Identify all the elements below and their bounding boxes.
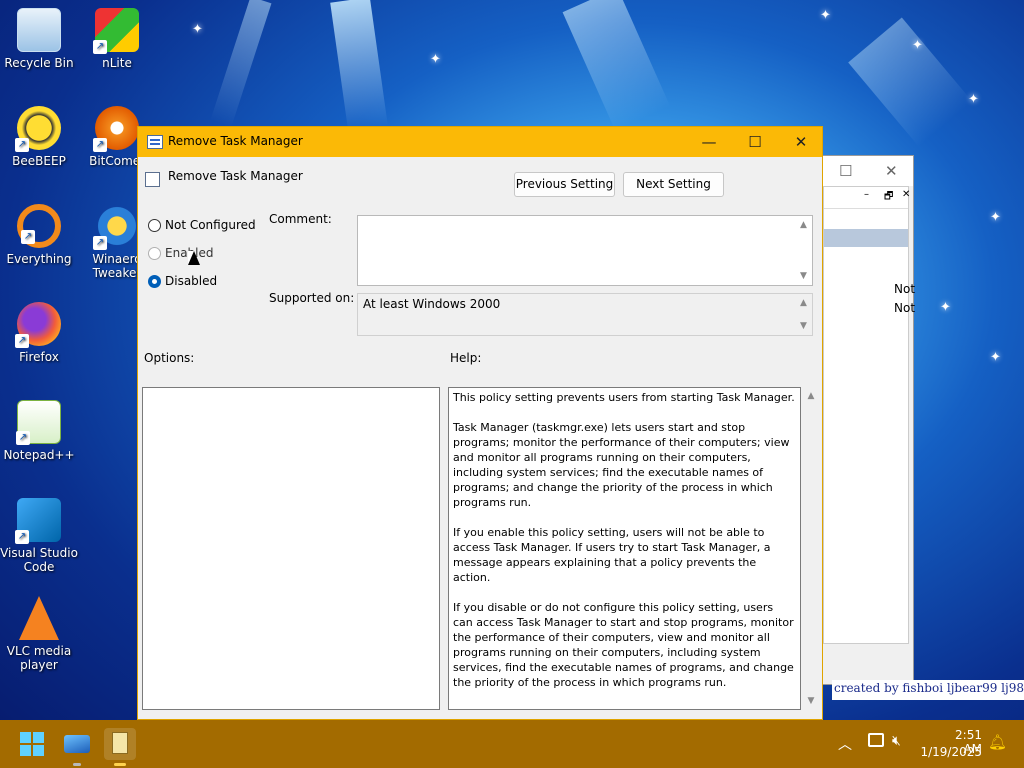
watermark: created by fishboi ljbear99 lj985 bbox=[832, 680, 1024, 700]
desktop-icon-label: Notepad++ bbox=[3, 448, 75, 462]
vlc-icon bbox=[19, 596, 59, 640]
volume-muted-icon[interactable]: 🔇︎ bbox=[892, 733, 901, 749]
desktop-icon-nlite[interactable]: ↗ nLite bbox=[78, 8, 156, 70]
policy-dialog[interactable]: Remove Task Manager — ☐ ✕ Remove Task Ma… bbox=[137, 126, 823, 720]
start-icon[interactable] bbox=[16, 728, 48, 760]
comment-label: Comment: bbox=[269, 212, 332, 226]
notification-bell-icon[interactable]: 🔔︎ bbox=[988, 733, 1007, 751]
desktop-icon-label: Winaero Tweaker bbox=[92, 252, 142, 280]
background-window[interactable]: ☐ ✕ – 🗗 ✕ Not Not bbox=[818, 155, 915, 685]
winaero-icon: ↗ bbox=[93, 204, 139, 250]
desktop-icon-everything[interactable]: ↗ Everything bbox=[0, 204, 78, 266]
shortcut-arrow-icon: ↗ bbox=[93, 138, 107, 152]
shortcut-arrow-icon: ↗ bbox=[15, 530, 29, 544]
minimize-button[interactable]: — bbox=[686, 127, 732, 157]
dialog-title: Remove Task Manager bbox=[168, 134, 303, 148]
network-icon[interactable] bbox=[868, 733, 884, 747]
radio-circle[interactable] bbox=[148, 219, 161, 232]
column-header bbox=[824, 229, 908, 247]
shortcut-arrow-icon: ↗ bbox=[93, 236, 107, 250]
firefox-icon: ↗ bbox=[15, 302, 61, 348]
shortcut-arrow-icon: ↗ bbox=[93, 40, 107, 54]
desktop-icon-firefox[interactable]: ↗ Firefox bbox=[0, 302, 78, 364]
supported-scrollbar[interactable]: ▲ ▼ bbox=[795, 294, 812, 335]
shortcut-arrow-icon: ↗ bbox=[21, 230, 35, 244]
close-icon[interactable]: ✕ bbox=[885, 162, 898, 180]
recycle-bin-icon bbox=[17, 8, 61, 52]
scroll-up-icon[interactable]: ▲ bbox=[795, 220, 812, 230]
options-pane bbox=[142, 387, 440, 710]
desktop-icon-label: BeeBEEP bbox=[12, 154, 66, 168]
clock-date[interactable]: 1/19/2025 bbox=[918, 745, 982, 759]
dialog-titlebar[interactable]: Remove Task Manager — ☐ ✕ bbox=[138, 127, 822, 157]
scroll-down-icon[interactable]: ▼ bbox=[795, 321, 812, 331]
desktop-icon-vscode[interactable]: ↗ Visual Studio Code bbox=[0, 498, 78, 574]
help-paragraph: Task Manager (taskmgr.exe) lets users st… bbox=[453, 421, 790, 509]
options-label: Options: bbox=[144, 351, 195, 365]
chevron-up-icon[interactable]: ︿ bbox=[838, 734, 852, 754]
supported-on-value: At least Windows 2000 bbox=[363, 297, 501, 311]
shortcut-arrow-icon: ↗ bbox=[16, 431, 30, 445]
desktop-icon-beebeep[interactable]: ↗ BeeBEEP bbox=[0, 106, 78, 168]
background-window-content: – 🗗 ✕ Not Not bbox=[823, 186, 915, 644]
taskbar: ︿ 🔇︎ 2:51 AM 1/19/2025 🔔︎ bbox=[0, 720, 1024, 768]
radio-circle[interactable] bbox=[148, 275, 161, 288]
setting-header-title: Remove Task Manager bbox=[168, 169, 303, 183]
maximize-icon[interactable]: ☐ bbox=[839, 162, 852, 180]
restore-icon[interactable]: 🗗 bbox=[884, 189, 893, 206]
close-icon[interactable]: ✕ bbox=[902, 189, 910, 200]
scroll-down-icon[interactable]: ▼ bbox=[795, 271, 812, 281]
close-button[interactable]: ✕ bbox=[778, 127, 824, 157]
desktop-icon-label: Everything bbox=[6, 252, 72, 266]
policy-icon bbox=[145, 172, 160, 187]
radio-circle[interactable] bbox=[148, 247, 161, 260]
desktop-icon-label: Visual Studio Code bbox=[0, 546, 78, 574]
desktop-icon-label: Firefox bbox=[19, 350, 59, 364]
background-window-titlebar: ☐ ✕ bbox=[819, 156, 913, 186]
next-setting-button[interactable]: Next Setting bbox=[623, 172, 724, 197]
help-paragraph: If you enable this policy setting, users… bbox=[453, 526, 771, 584]
help-paragraph: This policy setting prevents users from … bbox=[453, 391, 795, 404]
desktop-icon-label: Recycle Bin bbox=[4, 56, 74, 70]
desktop-icon-vlc[interactable]: VLC media player bbox=[0, 596, 78, 672]
scroll-down-icon[interactable]: ▼ bbox=[803, 696, 819, 706]
vscode-icon: ↗ bbox=[15, 498, 61, 544]
scroll-up-icon[interactable]: ▲ bbox=[803, 391, 819, 401]
policy-icon bbox=[147, 135, 163, 149]
desktop-icon-recycle-bin[interactable]: Recycle Bin bbox=[0, 8, 78, 70]
bitcomet-icon: ↗ bbox=[93, 106, 139, 152]
maximize-button[interactable]: ☐ bbox=[732, 127, 778, 157]
comment-scrollbar[interactable]: ▲ ▼ bbox=[795, 216, 812, 285]
desktop-icon-label: VLC media player bbox=[6, 644, 72, 672]
mouse-cursor-icon bbox=[188, 251, 200, 265]
group-policy-icon[interactable] bbox=[104, 728, 136, 766]
comment-textarea[interactable]: ▲ ▼ bbox=[357, 215, 813, 286]
desktop-icon-label: nLite bbox=[102, 56, 132, 70]
notepadpp-icon: ↗ bbox=[16, 400, 61, 445]
list-item[interactable]: Not bbox=[894, 282, 915, 296]
supported-on-field: At least Windows 2000 ▲ ▼ bbox=[357, 293, 813, 336]
radio-label: Not Configured bbox=[165, 218, 256, 232]
everything-icon: ↗ bbox=[17, 204, 61, 248]
help-label: Help: bbox=[450, 351, 482, 365]
shortcut-arrow-icon: ↗ bbox=[15, 334, 29, 348]
supported-on-label: Supported on: bbox=[269, 291, 355, 305]
previous-setting-button[interactable]: Previous Setting bbox=[514, 172, 615, 197]
beebeep-icon: ↗ bbox=[15, 106, 61, 152]
help-pane: This policy setting prevents users from … bbox=[448, 387, 801, 710]
shortcut-arrow-icon: ↗ bbox=[15, 138, 29, 152]
scroll-up-icon[interactable]: ▲ bbox=[795, 298, 812, 308]
radio-label: Disabled bbox=[165, 274, 218, 288]
nlite-icon: ↗ bbox=[93, 8, 139, 54]
minimize-icon[interactable]: – bbox=[864, 189, 869, 200]
list-item[interactable]: Not bbox=[894, 301, 915, 315]
desktop-icon-notepadpp[interactable]: ↗ Notepad++ bbox=[0, 400, 78, 462]
help-scrollbar[interactable]: ▲ ▼ bbox=[803, 387, 819, 710]
help-paragraph: If you disable or do not configure this … bbox=[453, 601, 794, 689]
photos-icon[interactable] bbox=[61, 728, 93, 766]
